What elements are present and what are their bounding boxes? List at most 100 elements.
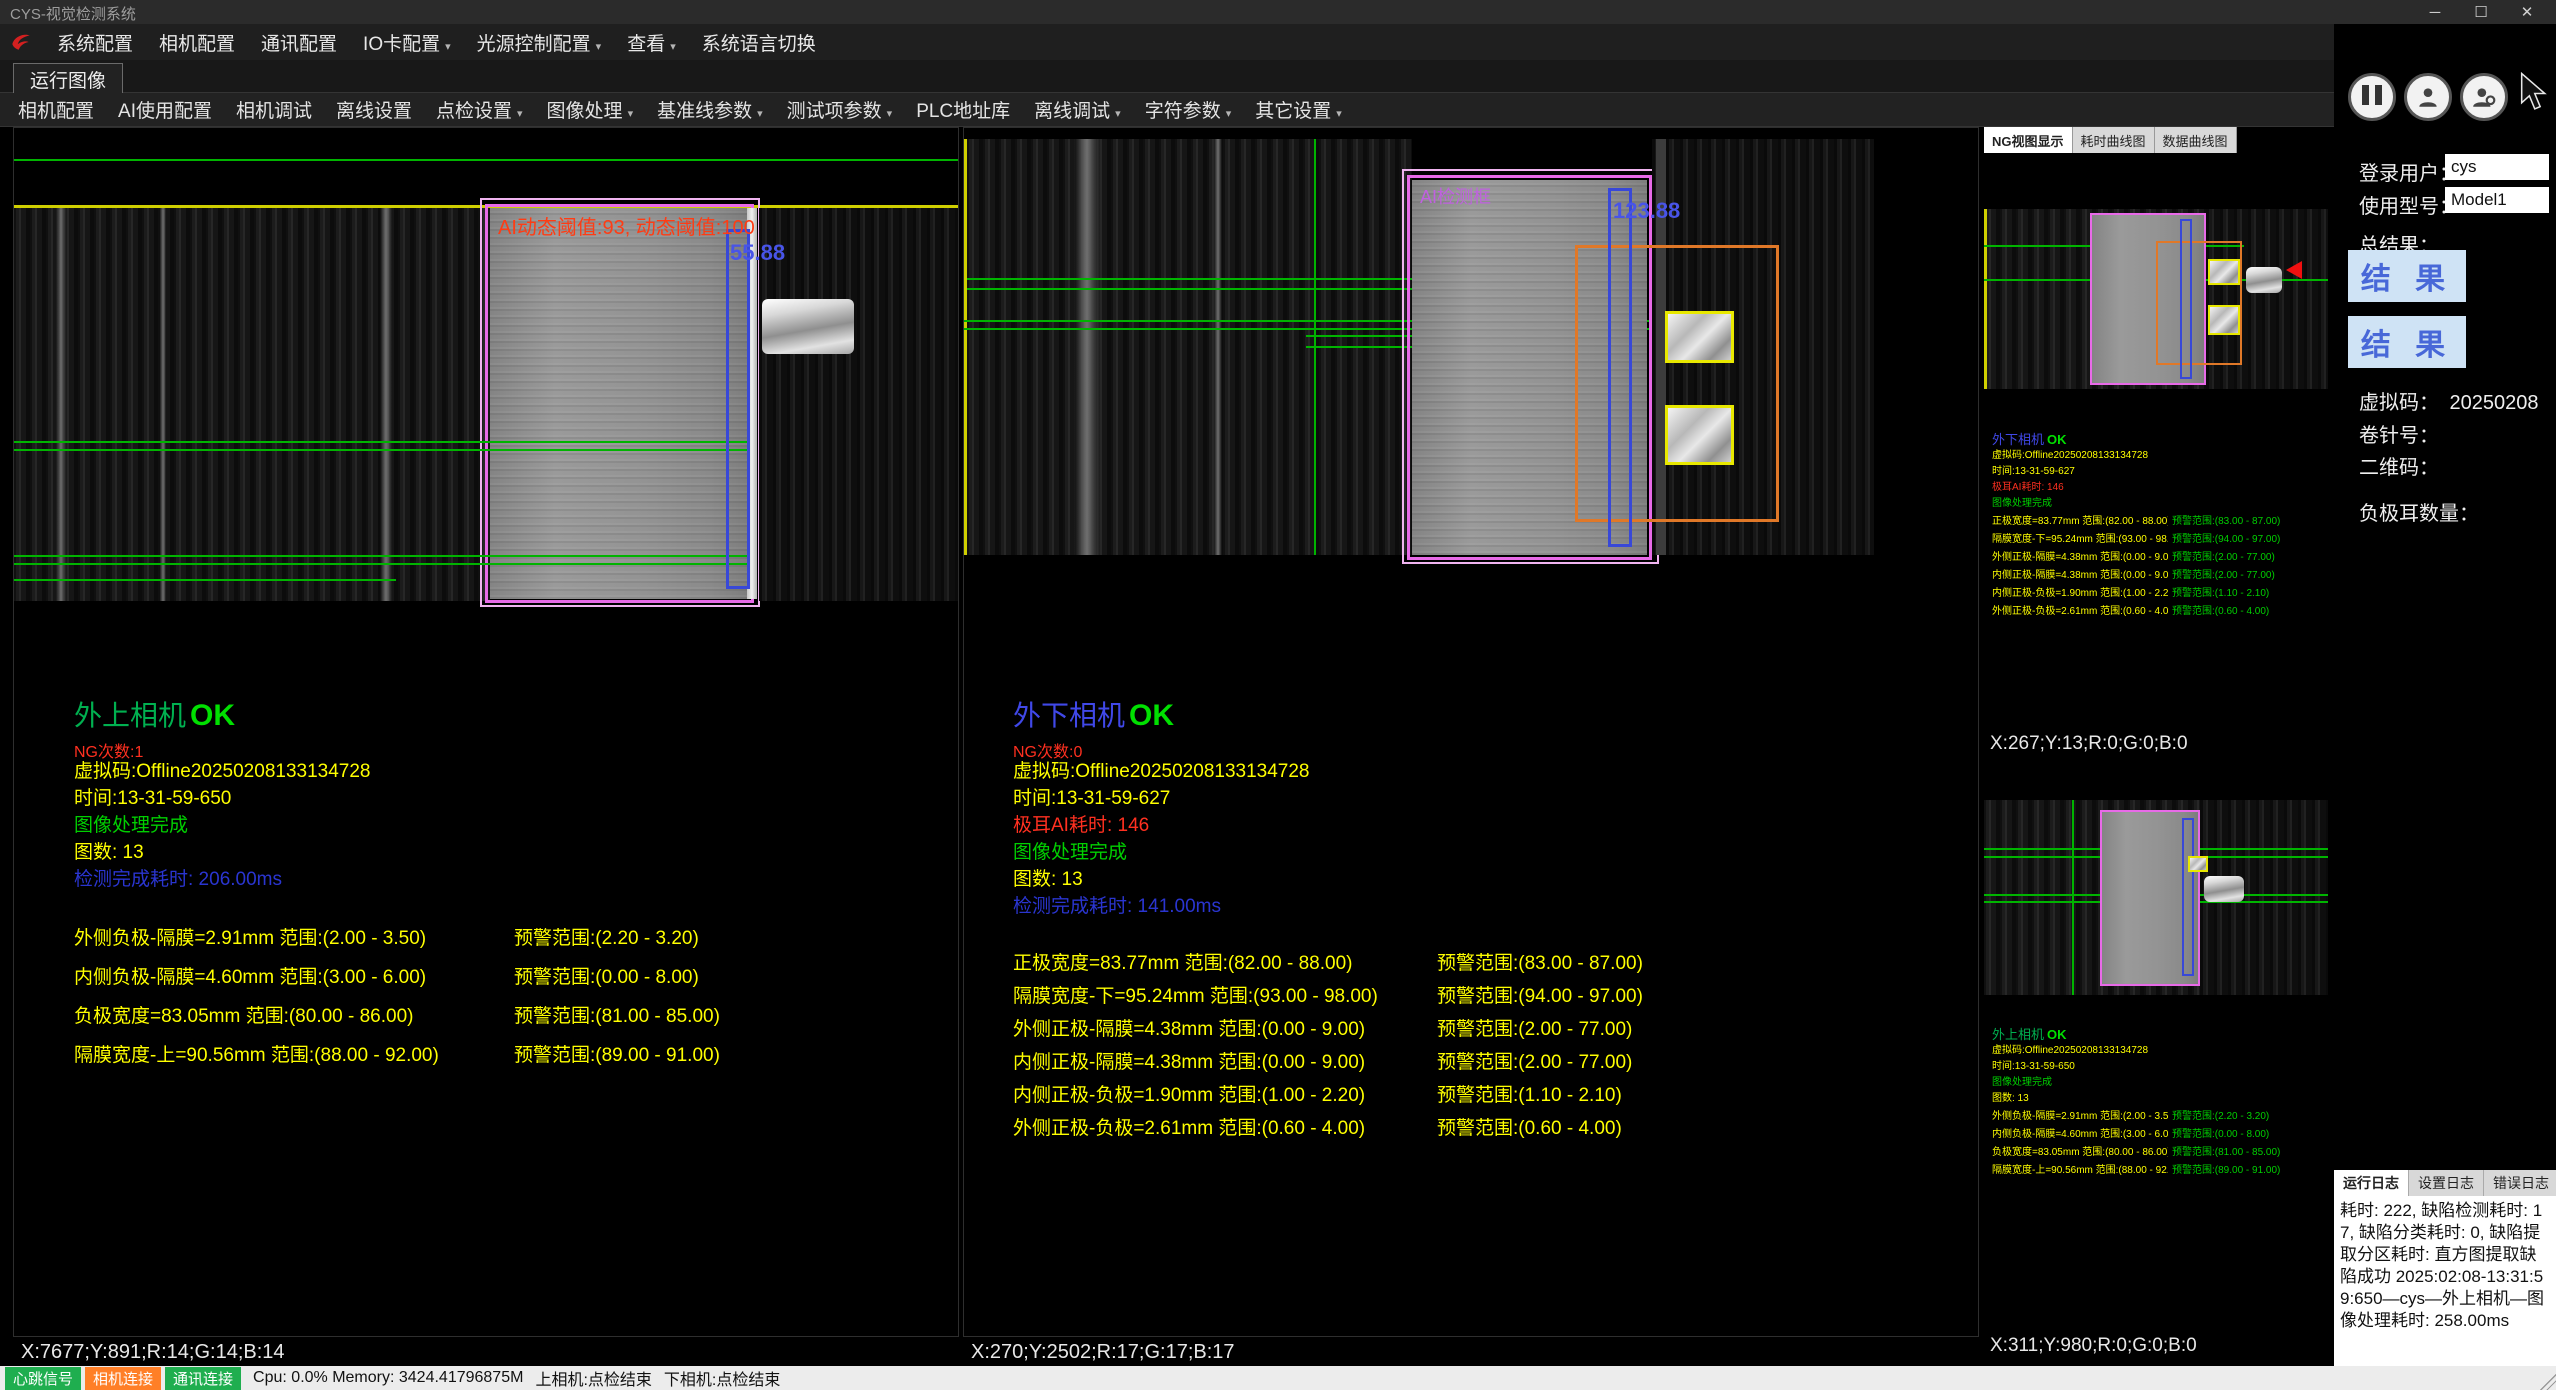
user-button[interactable] bbox=[2404, 73, 2452, 121]
toolbar-item-5[interactable]: 图像处理▾ bbox=[535, 96, 646, 123]
cursor-icon bbox=[2518, 72, 2550, 112]
toolbar-item-8[interactable]: PLC地址库 bbox=[904, 96, 1022, 123]
ng-thumb-text: 外上相机OK虚拟码:Offline20250208133134728时间:13-… bbox=[1992, 1024, 2148, 1179]
virtual-code-value: 20250208 bbox=[2449, 392, 2538, 414]
thumb-cursor-readout: X:311;Y:980;R:0;G:0;B:0 bbox=[1990, 1335, 2197, 1357]
warning-range-text: 预警范围:(2.20 - 3.20) bbox=[514, 923, 699, 950]
thumb-measurement-text: 隔膜宽度-上=90.56mm 范围:(88.00 - 92.00) bbox=[1992, 1161, 2168, 1176]
status-bar: 心跳信号相机连接通讯连接 Cpu: 0.0% Memory: 3424.4179… bbox=[0, 1366, 2556, 1390]
measurement-text: 外侧正极-隔膜=4.38mm 范围:(0.00 - 9.00) bbox=[1013, 1014, 1365, 1041]
yellow-edge-line bbox=[1984, 209, 1987, 389]
thumb-warning-text: 预警范围:(2.00 - 77.00) bbox=[2172, 548, 2275, 563]
toolbar-item-10[interactable]: 字符参数▾ bbox=[1133, 96, 1244, 123]
magenta-detect-box bbox=[485, 204, 754, 603]
machine-highlight-band bbox=[1074, 139, 1100, 555]
view-tab-row: 运行图像 bbox=[0, 60, 2556, 93]
camera-view-upper[interactable]: AI动态阈值:93, 动态阈值:100 55.88 外上相机OK NG次数:1 … bbox=[13, 127, 959, 1337]
qr-code-label: 二维码： bbox=[2359, 457, 2439, 479]
ng-thumb-scene bbox=[1984, 209, 2328, 389]
thumb-info-line: 时间:13-31-59-627 bbox=[1992, 464, 2148, 480]
thumb-measurement-row: 内侧负极-隔膜=4.60mm 范围:(3.00 - 6.00)预警范围:(0.0… bbox=[1992, 1125, 2148, 1143]
menu-item-4[interactable]: 光源控制配置▾ bbox=[464, 29, 615, 56]
toolbar-item-2[interactable]: 相机调试 bbox=[224, 96, 324, 123]
user-settings-button[interactable] bbox=[2460, 73, 2508, 121]
ng-view-tab-1[interactable]: 耗时曲线图 bbox=[2073, 127, 2155, 153]
toolbar-item-11[interactable]: 其它设置▾ bbox=[1243, 96, 1354, 123]
result-boxes: 结 果结 果 bbox=[2348, 250, 2466, 382]
user-gear-icon bbox=[2471, 84, 2497, 110]
menu-item-0[interactable]: 系统配置 bbox=[44, 29, 146, 56]
thumb-measurement-row: 内侧正极-负极=1.90mm 范围:(1.00 - 2.20)预警范围:(1.1… bbox=[1992, 584, 2148, 602]
log-panel: 运行日志设置日志错误日志 耗时: 222, 缺陷检测耗时: 17, 缺陷分类耗时… bbox=[2334, 1170, 2556, 1366]
maximize-button[interactable]: ☐ bbox=[2458, 0, 2504, 24]
minimize-button[interactable]: ─ bbox=[2412, 0, 2458, 24]
yellow-tab-box bbox=[1665, 311, 1734, 363]
log-tab-1[interactable]: 设置日志 bbox=[2409, 1170, 2484, 1196]
ng-view-tab-0[interactable]: NG视图显示 bbox=[1984, 127, 2073, 153]
thumb-warning-text: 预警范围:(1.10 - 2.10) bbox=[2172, 584, 2269, 599]
ng-thumbnail-2[interactable]: 外上相机OK虚拟码:Offline20250208133134728时间:13-… bbox=[1984, 767, 2328, 1332]
dropdown-arrow-icon: ▾ bbox=[757, 108, 763, 120]
camera-view-lower[interactable]: AI检测框 123.88 外下相机OK NG次数:0 虚拟码:Offline20… bbox=[963, 127, 1979, 1337]
log-tab-2[interactable]: 错误日志 bbox=[2484, 1170, 2556, 1196]
log-content: 耗时: 222, 缺陷检测耗时: 17, 缺陷分类耗时: 0, 缺陷提取分区耗时… bbox=[2334, 1196, 2556, 1366]
ng-thumbnail-1[interactable]: 外下相机OK虚拟码:Offline20250208133134728时间:13-… bbox=[1984, 155, 2328, 737]
ng-thumb-scene bbox=[1984, 800, 2328, 995]
menu-item-6[interactable]: 系统语言切换 bbox=[689, 29, 829, 56]
camera-name-text: 外下相机 bbox=[1013, 700, 1125, 731]
toolbar-item-9[interactable]: 离线调试▾ bbox=[1022, 96, 1133, 123]
toolbar-item-7[interactable]: 测试项参数▾ bbox=[775, 96, 905, 123]
pause-button[interactable] bbox=[2348, 73, 2396, 121]
tab-run-image[interactable]: 运行图像 bbox=[13, 63, 123, 96]
blue-measure-box bbox=[1608, 188, 1632, 547]
resize-grip[interactable] bbox=[2540, 1374, 2556, 1390]
thumb-info-line: 图像处理完成 bbox=[1992, 496, 2148, 512]
yellow-tab-box bbox=[2208, 305, 2240, 335]
camera-info-line: 图数: 13 bbox=[1013, 866, 1310, 893]
dropdown-arrow-icon: ▾ bbox=[887, 108, 893, 120]
thumb-measurement-text: 外侧正极-隔膜=4.38mm 范围:(0.00 - 9.00) bbox=[1992, 548, 2168, 563]
thumb-warning-text: 预警范围:(2.00 - 77.00) bbox=[2172, 566, 2275, 581]
thumb-warning-text: 预警范围:(94.00 - 97.00) bbox=[2172, 530, 2280, 545]
toolbar-item-3[interactable]: 离线设置 bbox=[324, 96, 424, 123]
menu-item-1[interactable]: 相机配置 bbox=[146, 29, 248, 56]
thumb-measurement-text: 负极宽度=83.05mm 范围:(80.00 - 86.00) bbox=[1992, 1143, 2168, 1158]
ng-view-tabs: NG视图显示耗时曲线图数据曲线图 bbox=[1984, 127, 2237, 153]
dropdown-arrow-icon: ▾ bbox=[445, 41, 451, 53]
menu-item-5[interactable]: 查看▾ bbox=[614, 29, 689, 56]
login-user-input[interactable]: cys bbox=[2445, 154, 2549, 180]
close-button[interactable]: ✕ bbox=[2504, 0, 2550, 24]
thumb-measurement-row: 隔膜宽度-上=90.56mm 范围:(88.00 - 92.00)预警范围:(8… bbox=[1992, 1161, 2148, 1179]
toolbar-item-4[interactable]: 点检设置▾ bbox=[424, 96, 535, 123]
model-select[interactable]: Model1 bbox=[2445, 187, 2549, 213]
log-tab-0[interactable]: 运行日志 bbox=[2334, 1170, 2409, 1196]
blue-measure-box bbox=[726, 229, 750, 589]
thumb-measurement-text: 正极宽度=83.77mm 范围:(82.00 - 88.00) bbox=[1992, 512, 2168, 527]
warning-range-text: 预警范围:(83.00 - 87.00) bbox=[1437, 948, 1643, 975]
measurement-text: 外侧负极-隔膜=2.91mm 范围:(2.00 - 3.50) bbox=[74, 923, 426, 950]
toolbar-item-6[interactable]: 基准线参数▾ bbox=[645, 96, 775, 123]
warning-range-text: 预警范围:(2.00 - 77.00) bbox=[1437, 1047, 1632, 1074]
camera-info-line: 图像处理完成 bbox=[1013, 839, 1310, 866]
dropdown-arrow-icon: ▾ bbox=[517, 108, 523, 120]
thumb-measurement-text: 内侧正极-负极=1.90mm 范围:(1.00 - 2.20) bbox=[1992, 584, 2168, 599]
toolbar-item-0[interactable]: 相机配置 bbox=[6, 96, 106, 123]
menu-item-3[interactable]: IO卡配置▾ bbox=[350, 29, 464, 56]
tab-count-row: 负极耳数量： bbox=[2359, 497, 2554, 525]
measurement-text: 内侧负极-隔膜=4.60mm 范围:(3.00 - 6.00) bbox=[74, 962, 426, 989]
camera-title: 外上相机OK bbox=[74, 694, 235, 734]
menu-item-2[interactable]: 通讯配置 bbox=[248, 29, 350, 56]
cursor-tool-button[interactable] bbox=[2516, 72, 2552, 116]
dropdown-arrow-icon: ▾ bbox=[670, 41, 676, 53]
ng-view-tab-2[interactable]: 数据曲线图 bbox=[2155, 127, 2237, 153]
thumb-measurement-text: 外侧负极-隔膜=2.91mm 范围:(2.00 - 3.50) bbox=[1992, 1107, 2168, 1122]
model-label: 使用型号： bbox=[2359, 196, 2459, 218]
electrode-tab-metal bbox=[2246, 267, 2282, 293]
thumb-camera-title: 外上相机OK bbox=[1992, 1024, 2148, 1043]
camera-info-line: 图数: 13 bbox=[74, 839, 371, 866]
thumb-camera-name: 外下相机 bbox=[1992, 432, 2044, 447]
upper-camera-status: 上相机:点检结束 bbox=[535, 1366, 651, 1390]
toolbar-item-1[interactable]: AI使用配置 bbox=[106, 96, 224, 123]
thumb-warning-text: 预警范围:(83.00 - 87.00) bbox=[2172, 512, 2280, 527]
measure-green-line bbox=[14, 579, 396, 581]
